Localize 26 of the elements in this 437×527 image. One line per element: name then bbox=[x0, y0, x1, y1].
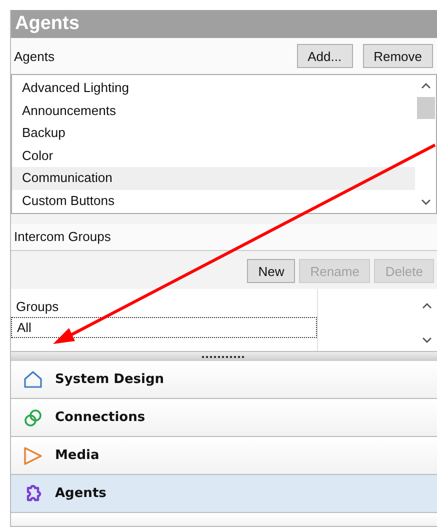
toolbar-button[interactable]: Remove bbox=[362, 44, 433, 68]
splitter-handle[interactable] bbox=[11, 351, 437, 361]
section-label: Agents bbox=[13, 48, 56, 64]
nav-item[interactable]: Media bbox=[11, 437, 437, 475]
list-item[interactable]: Color bbox=[12, 144, 415, 167]
list-item[interactable]: Announcements bbox=[12, 100, 415, 122]
toolbar-button[interactable]: New bbox=[247, 259, 296, 283]
column-header: Groups bbox=[15, 298, 60, 316]
scroll-thumb[interactable] bbox=[416, 97, 434, 119]
list-item[interactable]: Backup bbox=[12, 122, 415, 144]
scroll-up-icon[interactable] bbox=[420, 83, 430, 89]
nav-item[interactable]: System Design bbox=[11, 361, 437, 399]
list-item[interactable]: Custom Buttons bbox=[12, 190, 415, 212]
panel-title: Agents bbox=[11, 10, 437, 38]
nav-item[interactable]: Agents bbox=[11, 475, 437, 513]
nav-item[interactable]: Connections bbox=[11, 399, 437, 437]
link-icon bbox=[23, 408, 43, 428]
list-item[interactable]: Advanced Lighting bbox=[12, 77, 415, 100]
house-icon bbox=[23, 370, 43, 388]
scroll-down-icon[interactable] bbox=[420, 199, 430, 205]
section-label: Intercom Groups bbox=[11, 224, 437, 251]
toolbar-button[interactable]: Add... bbox=[296, 44, 353, 68]
list-item[interactable]: Communication bbox=[12, 167, 415, 190]
play-icon bbox=[23, 446, 43, 466]
scroll-up-icon[interactable] bbox=[422, 303, 432, 309]
scroll-down-icon[interactable] bbox=[422, 337, 432, 343]
